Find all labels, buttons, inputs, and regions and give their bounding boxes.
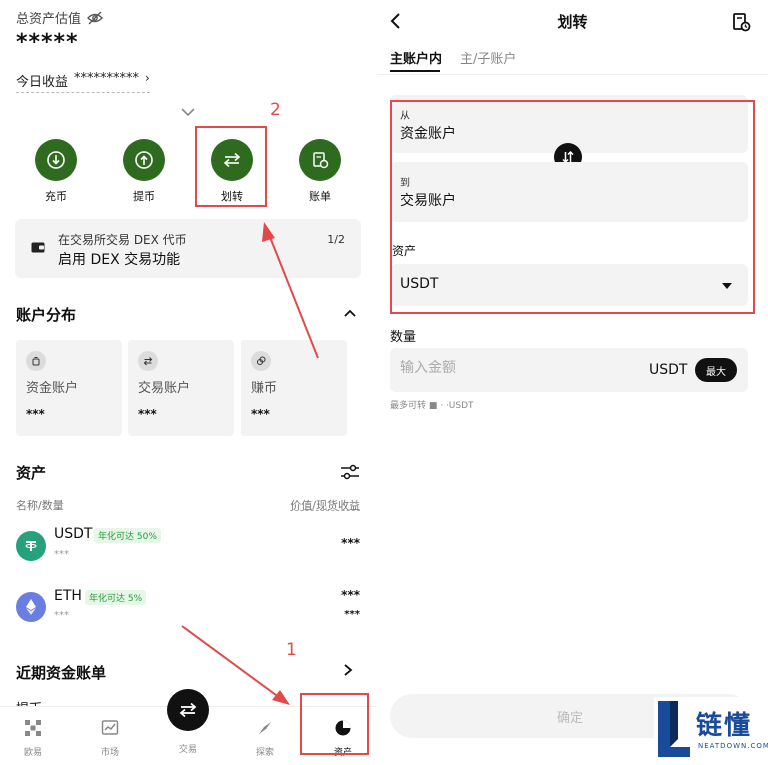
tab-divider xyxy=(377,74,768,75)
today-pnl-label: 今日收益 xyxy=(16,75,69,90)
eth-logo-icon xyxy=(16,592,46,622)
wallet-bag-icon xyxy=(32,357,40,366)
wallet-icon xyxy=(31,242,45,253)
chevron-up-icon[interactable] xyxy=(343,308,357,318)
asset-quantity: *** xyxy=(54,610,69,621)
account-name: 赚币 xyxy=(251,381,278,396)
asset-name: USDT xyxy=(54,526,93,542)
transfer-screen: 划转 主账户内 主/子账户 从 资金账户 到 交易账户 资产 USDT 数量 U… xyxy=(377,0,768,765)
account-name: 交易账户 xyxy=(138,381,191,396)
nav-label: 交易 xyxy=(178,745,197,755)
column-header-value[interactable]: 价值/现货收益 xyxy=(290,497,360,513)
annotation-number-1: 1 xyxy=(286,640,297,660)
filter-icon[interactable] xyxy=(340,463,360,481)
available-amount: 最多可转 ■ · ·USDT xyxy=(390,401,474,411)
annotation-box-assets-tab xyxy=(300,693,369,755)
dex-promo-pager: 1/2 xyxy=(327,233,345,246)
chevron-down-icon[interactable] xyxy=(180,106,196,118)
watermark-logo: 链懂 NEATDOWN.COM xyxy=(654,697,768,763)
account-value: *** xyxy=(26,407,45,421)
compass-icon xyxy=(259,722,271,734)
nav-label: 探索 xyxy=(255,748,274,758)
arrow-to-assets xyxy=(181,625,281,699)
dex-promo-line2: 启用 DEX 交易功能 xyxy=(58,252,181,268)
recent-bill-peek: 提币 xyxy=(16,698,42,706)
assets-title: 资产 xyxy=(16,464,47,482)
withdraw-button[interactable]: 提币 xyxy=(114,139,174,204)
trading-account-card[interactable]: 交易账户 *** xyxy=(128,340,234,436)
chevron-right-icon: › xyxy=(145,71,150,85)
annotation-box-transfer-form xyxy=(390,100,755,314)
total-assets-header: 总资产估值 xyxy=(16,8,103,27)
coins-icon xyxy=(257,356,266,365)
chart-icon xyxy=(101,720,119,735)
trade-icon xyxy=(179,702,197,718)
apy-badge: 年化可达 5% xyxy=(85,590,147,605)
okx-logo-icon xyxy=(25,720,41,736)
asset-row-usdt[interactable]: USDT 年化可达 50% *** *** xyxy=(0,522,377,572)
nav-label: 市场 xyxy=(100,748,119,758)
eye-off-icon[interactable] xyxy=(87,10,103,26)
assets-screen: 总资产估值 ***** 今日收益 ********** › 充币 提币 划转 账… xyxy=(0,0,377,765)
asset-quantity: *** xyxy=(54,549,69,560)
dex-promo-card[interactable]: 在交易所交易 DEX 代币 启用 DEX 交易功能 1/2 xyxy=(15,219,361,278)
nav-explore[interactable]: 探索 xyxy=(245,719,285,758)
total-assets-value: ***** xyxy=(16,30,79,55)
amount-unit: USDT xyxy=(649,362,688,378)
tab-underline xyxy=(390,70,440,72)
account-distribution-title: 账户分布 xyxy=(16,306,77,324)
nav-label: 欧易 xyxy=(23,748,42,758)
amount-field: USDT 最大 xyxy=(390,348,748,392)
history-icon[interactable] xyxy=(731,12,751,32)
recent-bills-title: 近期资金账单 xyxy=(16,664,107,682)
bill-label: 账单 xyxy=(309,190,331,203)
today-pnl-link[interactable]: 今日收益 ********** › xyxy=(16,71,150,93)
usdt-logo-icon xyxy=(16,531,46,561)
apy-badge: 年化可达 50% xyxy=(94,528,161,543)
funding-account-card[interactable]: 资金账户 *** xyxy=(16,340,122,436)
bill-button[interactable]: 账单 xyxy=(290,139,350,204)
logo-text: 链懂 xyxy=(696,711,753,741)
withdraw-label: 提币 xyxy=(133,190,155,203)
account-value: *** xyxy=(138,407,157,421)
earn-account-card[interactable]: 赚币 *** xyxy=(241,340,347,436)
total-assets-label: 总资产估值 xyxy=(16,12,82,27)
logo-subtext: NEATDOWN.COM xyxy=(698,742,768,750)
tab-main-account[interactable]: 主账户内 xyxy=(390,48,442,67)
annotation-box-transfer xyxy=(195,126,267,207)
nav-market[interactable]: 市场 xyxy=(90,719,130,758)
nav-home[interactable]: 欧易 xyxy=(13,719,53,758)
dex-promo-line1: 在交易所交易 DEX 代币 xyxy=(58,233,187,247)
account-value: *** xyxy=(251,407,270,421)
asset-value: *** xyxy=(341,588,360,602)
deposit-label: 充币 xyxy=(45,190,67,203)
bill-icon xyxy=(313,152,329,169)
tab-sub-account[interactable]: 主/子账户 xyxy=(460,48,516,67)
max-button[interactable]: 最大 xyxy=(695,358,737,382)
column-header-name: 名称/数量 xyxy=(16,499,64,512)
download-icon xyxy=(47,151,65,169)
annotation-number-2: 2 xyxy=(270,100,281,120)
asset-value: *** xyxy=(341,536,360,550)
swap-icon xyxy=(143,357,153,366)
chevron-right-icon[interactable] xyxy=(343,663,353,677)
quantity-label: 数量 xyxy=(390,330,417,345)
nav-trade-button[interactable] xyxy=(167,689,209,731)
logo-mark-icon xyxy=(658,701,690,757)
amount-input[interactable] xyxy=(400,360,620,376)
asset-pnl: *** xyxy=(344,609,360,620)
account-name: 资金账户 xyxy=(26,381,79,396)
deposit-button[interactable]: 充币 xyxy=(26,139,86,204)
today-pnl-value: ********** xyxy=(74,71,140,86)
asset-row-eth[interactable]: ETH 年化可达 5% *** *** *** xyxy=(0,584,377,634)
asset-name: ETH xyxy=(54,588,82,604)
page-title: 划转 xyxy=(557,13,588,31)
arrow-head-assets xyxy=(272,690,290,705)
upload-icon xyxy=(135,151,153,169)
